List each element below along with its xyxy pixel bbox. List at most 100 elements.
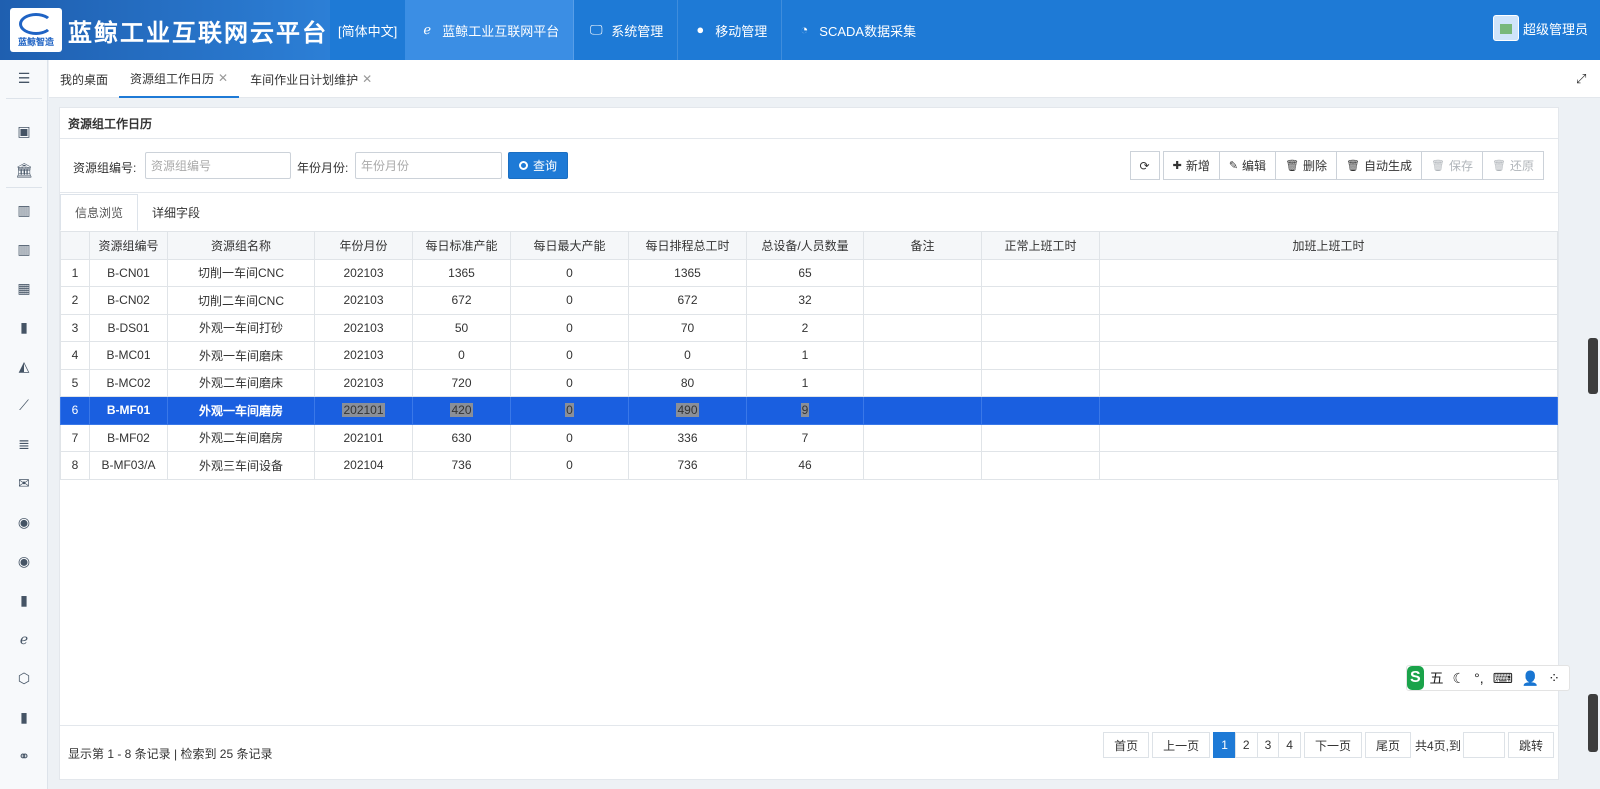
save-button[interactable]: 🗑 保存	[1421, 151, 1484, 180]
menu-toggle-icon[interactable]: ☰	[14, 68, 34, 88]
bar-chart-icon-2[interactable]: ▥	[14, 239, 34, 259]
column-header[interactable]: 备注	[863, 231, 982, 260]
column-header[interactable]: 每日标准产能	[412, 231, 511, 260]
table-cell-code: B-MC02	[89, 368, 168, 397]
edit-button[interactable]: ✎ 编辑	[1218, 151, 1277, 180]
table-cell-code: B-DS01	[89, 313, 168, 342]
chip-icon[interactable]: ▮	[14, 317, 34, 337]
fullscreen-icon[interactable]: ⤢	[1576, 71, 1590, 86]
app-logo[interactable]: 蓝鲸智造 蓝鲸工业互联网云平台	[0, 0, 330, 60]
column-header[interactable]: 资源组名称	[167, 231, 315, 260]
table-cell-qty: 7	[746, 423, 864, 452]
ie-icon-side[interactable]: ℯ	[14, 629, 34, 649]
column-header[interactable]: 正常上班工时	[981, 231, 1100, 260]
table-cell-hours: 736	[628, 451, 747, 480]
nav-system[interactable]: 🖵 系统管理	[574, 0, 679, 60]
next-page-button[interactable]: 下一页	[1303, 732, 1362, 758]
handshake-icon[interactable]: ⚭	[14, 746, 34, 766]
table-row[interactable]: 7 B-MF02 外观二车间磨房 202101 630 0 336 7	[60, 423, 1558, 452]
chip-icon-2[interactable]: ▮	[14, 590, 34, 610]
table-cell-note	[863, 313, 982, 342]
ime-toolbar[interactable]: S 五 ☾ °, ⌨ 👤 ⁘	[1406, 665, 1570, 691]
bar-chart-icon[interactable]: ▥	[14, 200, 34, 220]
tab-detail-fields[interactable]: 详细字段	[138, 194, 214, 231]
calculator-icon[interactable]: ▦	[14, 278, 34, 298]
contact-card-icon[interactable]: ▣	[14, 121, 34, 141]
podcast-icon[interactable]: ◉	[14, 512, 34, 532]
jump-button[interactable]: 跳转	[1507, 732, 1554, 758]
podcast-icon-2[interactable]: ◉	[14, 551, 34, 571]
close-icon[interactable]: ✕	[362, 72, 372, 86]
cube-icon[interactable]: ⬡	[14, 668, 34, 688]
column-header[interactable]: 总设备/人员数量	[746, 231, 864, 260]
column-header[interactable]: 年份月份	[314, 231, 413, 260]
delete-button[interactable]: 🗑 删除	[1275, 151, 1338, 180]
table-row[interactable]: 4 B-MC01 外观一车间磨床 202103 0 0 0 1	[60, 341, 1558, 370]
column-header[interactable]: 每日最大产能	[510, 231, 629, 260]
column-header[interactable]: 每日排程总工时	[628, 231, 747, 260]
tab-desktop-label: 我的桌面	[60, 72, 109, 87]
query-button[interactable]: 查询	[508, 152, 568, 179]
nav-scada[interactable]: ◔ SCADA数据采集	[782, 0, 930, 60]
group-code-label: 资源组编号:	[73, 161, 137, 175]
last-page-button[interactable]: 尾页	[1364, 732, 1411, 758]
page-button-3[interactable]: 3	[1256, 732, 1280, 758]
apps-icon[interactable]: ⁘	[1548, 670, 1560, 687]
auto-generate-button[interactable]: 🗑 自动生成	[1336, 151, 1423, 180]
ime-mode[interactable]: 五	[1430, 668, 1444, 688]
table-cell-note	[863, 258, 982, 287]
chip-icon-3[interactable]: ▮	[14, 707, 34, 727]
nav-platform[interactable]: ℯ 蓝鲸工业互联网平台	[405, 0, 575, 60]
language-switch[interactable]: [简体中文]	[330, 0, 405, 60]
table-cell-name: 外观一车间磨床	[167, 341, 315, 370]
user-menu[interactable]: 超级管理员	[1492, 15, 1588, 41]
table-row[interactable]: 3 B-DS01 外观一车间打砂 202103 50 0 70 2	[60, 313, 1558, 342]
user-icon[interactable]: 👤	[1522, 670, 1539, 687]
cell-text: 202101	[342, 403, 385, 418]
year-month-input[interactable]	[355, 152, 502, 179]
moon-icon[interactable]: ☾	[1453, 670, 1466, 687]
table-row[interactable]: 6 B-MF01 外观一车间磨房 202101 420 0 490 9	[60, 396, 1558, 425]
table-cell-code: B-MF02	[89, 423, 168, 452]
tab-browse[interactable]: 信息浏览	[60, 194, 139, 231]
logo-badge: 蓝鲸智造	[10, 8, 62, 52]
inbox-icon[interactable]: ✉	[14, 473, 34, 493]
scrollbar-thumb[interactable]	[1588, 338, 1598, 394]
punctuation-icon[interactable]: °,	[1474, 670, 1484, 686]
bank-icon[interactable]: 🏛	[14, 160, 34, 180]
nav-mobile[interactable]: ● 移动管理	[678, 0, 783, 60]
table-cell-max: 0	[510, 258, 629, 287]
refresh-button[interactable]: ⟳	[1129, 151, 1160, 180]
tab-daily-plan[interactable]: 车间作业日计划维护 ✕	[239, 60, 383, 98]
tab-desktop[interactable]: 我的桌面	[49, 60, 119, 98]
column-header[interactable]: 加班上班工时	[1099, 231, 1558, 260]
table-cell-hours: 672	[628, 286, 747, 315]
page-button-4[interactable]: 4	[1278, 732, 1301, 758]
table-cell-n: 2	[60, 286, 90, 315]
add-button-label: 新增	[1185, 159, 1210, 173]
add-button[interactable]: ✚ 新增	[1162, 151, 1220, 180]
table-row[interactable]: 5 B-MC02 外观二车间磨床 202103 720 0 80 1	[60, 368, 1558, 397]
table-row[interactable]: 8 B-MF03/A 外观三车间设备 202104 736 0 736 46	[60, 451, 1558, 480]
table-row[interactable]: 1 B-CN01 切削一车间CNC 202103 1365 0 1365 65	[60, 258, 1558, 287]
list-icon[interactable]: ≣	[14, 434, 34, 454]
scrollbar-thumb-2[interactable]	[1588, 694, 1598, 752]
sub-tab-bar: 信息浏览 详细字段	[60, 194, 1558, 231]
prev-page-button[interactable]: 上一页	[1152, 732, 1211, 758]
keyboard-icon[interactable]: ⌨	[1493, 670, 1513, 687]
page-button-1[interactable]: 1	[1213, 732, 1236, 758]
area-chart-icon[interactable]: ◭	[14, 356, 34, 376]
column-header[interactable]: 资源组编号	[89, 231, 168, 260]
group-code-input[interactable]	[145, 152, 291, 179]
column-header[interactable]	[60, 231, 90, 260]
restore-button[interactable]: 🗑 还原	[1482, 151, 1544, 180]
table-row[interactable]: 2 B-CN02 切削二车间CNC 202103 672 0 672 32	[60, 286, 1558, 315]
tab-resource-calendar[interactable]: 资源组工作日历 ✕	[119, 60, 240, 98]
page-button-2[interactable]: 2	[1234, 732, 1258, 758]
first-page-button[interactable]: 首页	[1103, 732, 1150, 758]
close-icon[interactable]: ✕	[218, 71, 228, 85]
cell-text: 0	[565, 403, 574, 418]
table-cell-name: 外观三车间设备	[167, 451, 315, 480]
line-chart-icon[interactable]: ⟋	[14, 395, 34, 415]
jump-page-input[interactable]	[1462, 732, 1505, 758]
